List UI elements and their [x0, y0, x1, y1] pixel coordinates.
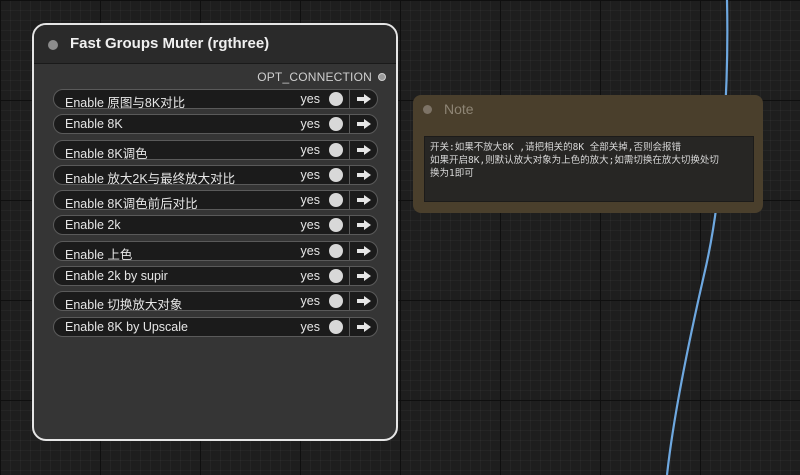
arrow-right-icon	[356, 296, 371, 307]
output-label: OPT_CONNECTION	[257, 70, 372, 84]
toggle-switch[interactable]	[329, 243, 343, 258]
toggle-label: Enable 8K调色前后对比	[65, 197, 198, 212]
toggle-switch[interactable]	[329, 117, 343, 132]
toggle-label: Enable 8K by Upscale	[65, 319, 188, 334]
toggle-switch[interactable]	[329, 319, 343, 334]
toggle-row[interactable]: Enable 放大2K与最终放大对比 yes	[53, 164, 378, 186]
toggle-row[interactable]: Enable 原图与8K对比 yes	[53, 89, 378, 110]
toggle-value: yes	[300, 243, 320, 258]
navigate-group-button[interactable]	[349, 165, 377, 184]
toggle-row[interactable]: Enable 2k by supir yes	[53, 266, 378, 287]
toggle-label: Enable 切换放大对象	[65, 298, 183, 313]
arrow-right-icon	[356, 94, 371, 104]
node-title: Fast Groups Muter (rgthree)	[70, 35, 270, 52]
toggle-label: Enable 2k by supir	[65, 269, 168, 284]
arrow-right-icon	[356, 321, 371, 332]
note-textarea[interactable]: 开关:如果不放大8K ,请把相关的8K 全部关掉,否则会报错 如果开启8K,则默…	[424, 136, 754, 202]
toggle-switch[interactable]	[329, 167, 343, 182]
toggle-value: yes	[300, 167, 320, 182]
toggle-value: yes	[300, 319, 320, 334]
arrow-right-icon	[356, 195, 371, 206]
toggle-value: yes	[300, 142, 320, 157]
note-line: 换为1即可	[430, 168, 474, 179]
status-dot-icon[interactable]	[423, 105, 432, 114]
navigate-group-button[interactable]	[349, 191, 377, 210]
toggle-value: yes	[300, 117, 320, 132]
fast-groups-muter-node[interactable]: Fast Groups Muter (rgthree) OPT_CONNECTI…	[32, 23, 398, 441]
note-title: Note	[444, 101, 474, 117]
toggle-label: Enable 上色	[65, 247, 133, 262]
arrow-right-icon	[356, 119, 371, 130]
toggle-switch[interactable]	[329, 92, 343, 106]
toggle-value: yes	[300, 269, 320, 284]
arrow-right-icon	[356, 144, 371, 155]
toggle-value: yes	[300, 294, 320, 309]
arrow-right-icon	[356, 169, 371, 180]
navigate-group-button[interactable]	[349, 241, 377, 260]
note-node[interactable]: Note 开关:如果不放大8K ,请把相关的8K 全部关掉,否则会报错 如果开启…	[413, 95, 763, 213]
output-slot-row: OPT_CONNECTION	[257, 69, 386, 85]
navigate-group-button[interactable]	[349, 317, 377, 336]
navigate-group-button[interactable]	[349, 292, 377, 311]
node-header[interactable]: Fast Groups Muter (rgthree)	[34, 25, 396, 64]
toggle-row[interactable]: Enable 切换放大对象 yes	[53, 291, 378, 313]
toggle-value: yes	[300, 92, 320, 106]
toggle-row[interactable]: Enable 8K yes	[53, 114, 378, 135]
toggle-label: Enable 8K	[65, 117, 123, 132]
navigate-group-button[interactable]	[349, 216, 377, 235]
toggle-row[interactable]: Enable 上色 yes	[53, 240, 378, 262]
navigate-group-button[interactable]	[349, 90, 377, 108]
toggle-switch[interactable]	[329, 294, 343, 309]
arrow-right-icon	[356, 271, 371, 282]
toggle-switch[interactable]	[329, 269, 343, 284]
navigate-group-button[interactable]	[349, 267, 377, 286]
status-dot-icon[interactable]	[48, 40, 58, 50]
toggle-switch[interactable]	[329, 218, 343, 233]
note-line: 如果开启8K,则默认放大对象为上色的放大;如需切换在放大切换处切	[430, 155, 719, 166]
toggle-label: Enable 2k	[65, 218, 121, 233]
output-slot-icon[interactable]	[378, 73, 386, 81]
note-line: 开关:如果不放大8K ,请把相关的8K 全部关掉,否则会报错	[430, 142, 681, 153]
toggle-switch[interactable]	[329, 142, 343, 157]
toggle-row[interactable]: Enable 8K调色前后对比 yes	[53, 190, 378, 212]
toggle-row[interactable]: Enable 2k yes	[53, 215, 378, 236]
arrow-right-icon	[356, 245, 371, 256]
toggle-label: Enable 8K调色	[65, 146, 148, 161]
graph-canvas[interactable]: Fast Groups Muter (rgthree) OPT_CONNECTI…	[0, 0, 800, 475]
toggle-label: Enable 原图与8K对比	[65, 96, 186, 110]
toggle-row[interactable]: Enable 8K调色 yes	[53, 139, 378, 161]
toggle-label: Enable 放大2K与最终放大对比	[65, 171, 236, 186]
toggle-list: Enable 原图与8K对比 yes Enable 8K yes Enable 8K调色…	[53, 89, 378, 342]
toggle-row[interactable]: Enable 8K by Upscale yes	[53, 316, 378, 337]
toggle-value: yes	[300, 193, 320, 208]
navigate-group-button[interactable]	[349, 115, 377, 134]
toggle-switch[interactable]	[329, 193, 343, 208]
toggle-value: yes	[300, 218, 320, 233]
arrow-right-icon	[356, 220, 371, 231]
navigate-group-button[interactable]	[349, 140, 377, 159]
